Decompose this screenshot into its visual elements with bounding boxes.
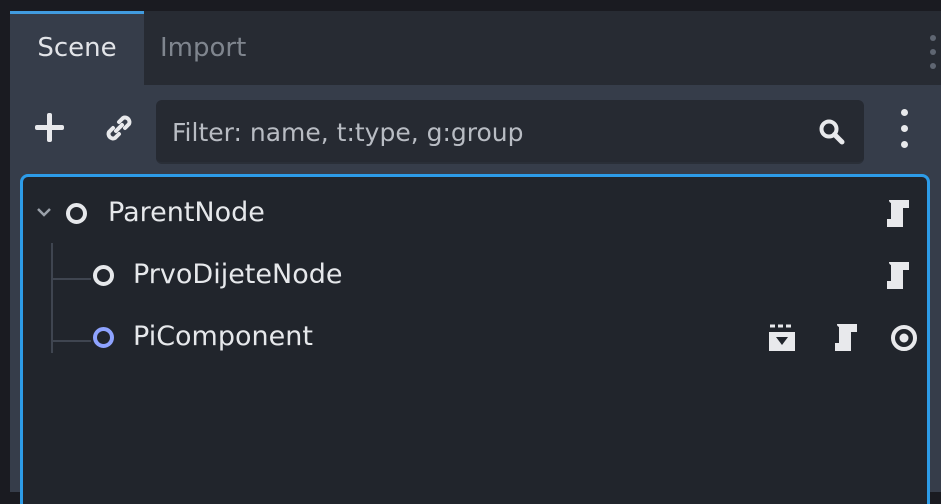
link-icon xyxy=(106,115,132,141)
node-label: PiComponent xyxy=(133,321,313,352)
search-icon xyxy=(819,119,845,145)
chevron-down-icon[interactable] xyxy=(36,206,52,218)
node-icon xyxy=(93,327,114,348)
node-icon xyxy=(66,203,87,224)
node-label: ParentNode xyxy=(108,197,265,228)
script-icon[interactable] xyxy=(883,197,913,231)
node-label: PrvoDijeteNode xyxy=(133,259,343,290)
instanced-scene-icon[interactable] xyxy=(767,323,797,353)
tree-item-parentnode[interactable]: ParentNode xyxy=(23,183,927,243)
filter-field[interactable] xyxy=(156,100,864,164)
filter-input[interactable] xyxy=(170,100,804,164)
scene-tree: ParentNode PrvoDijeteNode PiComponent xyxy=(20,174,930,504)
tab-scene[interactable]: Scene xyxy=(10,11,144,85)
tab-import[interactable]: Import xyxy=(160,11,280,85)
script-icon[interactable] xyxy=(883,259,913,293)
add-node-button[interactable] xyxy=(30,109,70,149)
scene-dock: Scene Import Filter: name, t:type, g:gro… xyxy=(10,11,941,504)
scene-menu-button[interactable] xyxy=(896,109,912,153)
tree-item-picomponent[interactable]: PiComponent xyxy=(23,307,927,367)
dock-menu-icon[interactable] xyxy=(925,33,939,73)
script-icon[interactable] xyxy=(831,321,861,355)
scene-toolbar xyxy=(10,85,941,175)
dock-tab-bar: Scene Import xyxy=(10,11,941,85)
tree-item-prvodijetenode[interactable]: PrvoDijeteNode xyxy=(23,245,927,305)
visibility-eye-icon[interactable] xyxy=(889,323,919,353)
node-icon xyxy=(93,265,114,286)
instantiate-scene-button[interactable] xyxy=(102,111,136,145)
